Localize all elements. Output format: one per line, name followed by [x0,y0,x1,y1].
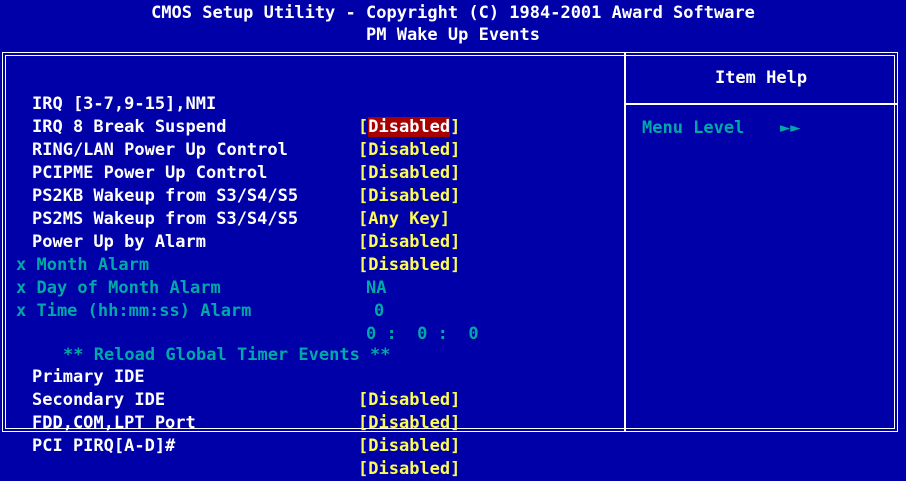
setting-value: 0 : 0 : 0 [366,324,479,344]
setting-month-alarm: x Month Alarm NA [0,231,386,298]
setting-label: x Day of Month Alarm [16,278,221,298]
section-heading: ** Reload Global Timer Events ** [0,321,391,365]
setting-value[interactable]: [Disabled] [358,162,460,185]
setting-label: FDD,COM,LPT Port [32,413,196,433]
setting-ring-lan-power-up[interactable]: RING/LAN Power Up Control [Disabled] [0,116,460,183]
setting-day-of-month-alarm: x Day of Month Alarm 0 [0,254,384,321]
setting-fdd-com-lpt-port[interactable]: FDD,COM,LPT Port [Disabled] [0,389,460,456]
setting-value[interactable]: [Disabled] [358,231,460,254]
setting-label: PCIPME Power Up Control [32,163,268,183]
setting-label: PCI PIRQ[A-D]# [32,436,176,456]
setting-label: Secondary IDE [32,390,166,410]
setting-value[interactable]: [Disabled] [358,458,460,481]
page-title: PM Wake Up Events [366,25,540,45]
setting-label: PS2MS Wakeup from S3/S4/S5 [32,209,299,229]
setting-label: IRQ [3-7,9-15],NMI [32,94,217,114]
setting-value[interactable]: [Any Key] [358,208,450,231]
setting-label: x Month Alarm [16,255,150,275]
help-separator [626,103,898,105]
setting-label: PS2KB Wakeup from S3/S4/S5 [32,186,299,206]
setting-value[interactable]: [Disabled] [358,389,460,412]
menu-level-arrows-icon: ►► [780,118,801,138]
setting-power-up-by-alarm[interactable]: Power Up by Alarm [Disabled] [0,208,460,275]
setting-label: IRQ 8 Break Suspend [32,117,227,137]
setting-label: RING/LAN Power Up Control [32,140,288,160]
setting-ps2kb-wakeup[interactable]: PS2KB Wakeup from S3/S4/S5 [Any Key] [0,162,450,229]
setting-primary-ide[interactable]: Primary IDE [Disabled] [0,343,460,410]
setting-irq8-break-suspend[interactable]: IRQ 8 Break Suspend [Disabled] [0,93,460,160]
setting-irq-3-15-nmi[interactable]: IRQ [3-7,9-15],NMI [Disabled] [0,70,460,137]
setting-label: x Time (hh:mm:ss) Alarm [16,301,252,321]
setting-ps2ms-wakeup[interactable]: PS2MS Wakeup from S3/S4/S5 [Disabled] [0,185,460,252]
setting-value[interactable]: [Disabled] [358,116,460,139]
setting-pcipme-power-up[interactable]: PCIPME Power Up Control [Disabled] [0,139,460,206]
menu-level-label: Menu Level [642,118,745,138]
section-title: ** Reload Global Timer Events ** [63,345,391,365]
setting-value[interactable]: [Disabled] [358,412,460,435]
setting-secondary-ide[interactable]: Secondary IDE [Disabled] [0,366,460,433]
header-bar: CMOS Setup Utility - Copyright (C) 1984-… [0,0,906,49]
setting-label: Primary IDE [32,367,145,387]
setting-time-alarm: x Time (hh:mm:ss) Alarm 0 : 0 : 0 [0,277,479,344]
setting-label: Power Up by Alarm [32,232,206,252]
item-help-title: Item Help [714,68,808,88]
setting-value[interactable]: [Disabled] [358,254,460,277]
setting-value: NA [366,278,387,298]
setting-value[interactable]: [Disabled] [358,185,460,208]
app-title: CMOS Setup Utility - Copyright (C) 1984-… [151,3,755,23]
panel-divider [624,52,626,432]
setting-value[interactable]: [Disabled] [358,435,460,458]
setting-value[interactable]: [Disabled] [358,139,460,162]
setting-value: 0 [374,301,385,321]
setting-pci-pirq[interactable]: PCI PIRQ[A-D]# [Disabled] [0,412,460,479]
